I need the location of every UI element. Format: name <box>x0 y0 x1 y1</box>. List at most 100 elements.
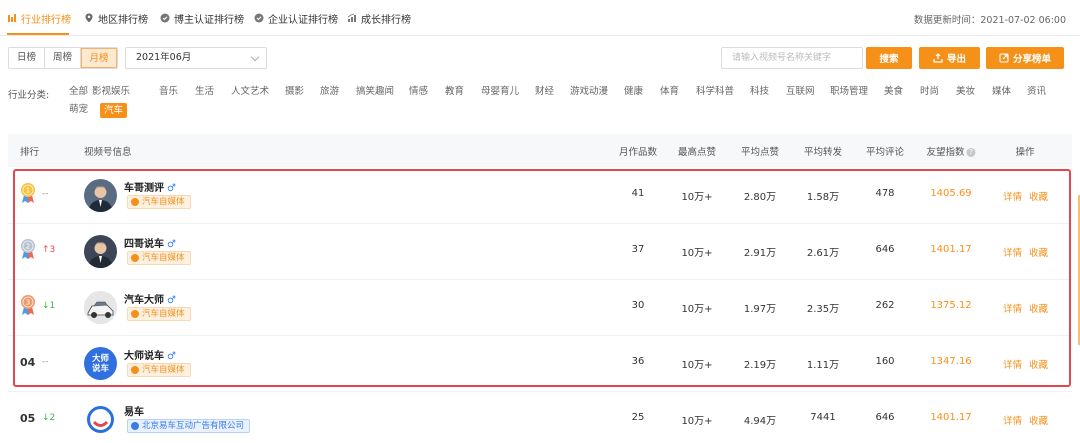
tab-blogger-certified-ranking[interactable]: 博主认证排行榜 <box>160 10 244 26</box>
category-item[interactable]: 影视娱乐 <box>92 85 130 99</box>
period-monthly-button[interactable]: 月榜 <box>81 48 117 68</box>
avg-likes-value: 2.91万 <box>743 248 777 259</box>
account-tag-label: 汽车自媒体 <box>142 197 185 207</box>
max-likes-value: 10万+ <box>681 192 713 203</box>
rank-trend: ↓2 <box>42 413 56 423</box>
verified-badge-icon <box>131 198 139 206</box>
category-item[interactable]: 媒体 <box>992 85 1011 99</box>
category-item[interactable]: 摄影 <box>285 85 304 99</box>
table-row: 05 ↓2 易车 北京易车互动广告有限公司 25 10万+ 4.94万 7441 646 1401… <box>8 392 1072 443</box>
category-item[interactable]: 美食 <box>884 85 903 99</box>
account-name[interactable]: 四哥说车 ♂ <box>124 235 176 250</box>
avatar[interactable]: 大师 说车 <box>84 347 117 380</box>
detail-link[interactable]: 详情 <box>1003 413 1022 427</box>
rank-trend: -- <box>42 189 49 199</box>
verified-badge-icon <box>254 13 264 23</box>
tab-enterprise-certified-ranking[interactable]: 企业认证排行榜 <box>254 10 338 26</box>
tab-region-ranking[interactable]: 地区排行榜 <box>84 10 148 26</box>
table-row: 3 ↓1 汽车大师 ♂ 汽车自媒体 30 10万+ 1.97万 2.35万 262 1375.12 详… <box>8 280 1072 336</box>
period-daily-button[interactable]: 日榜 <box>9 48 45 68</box>
tab-label: 成长排行榜 <box>361 14 411 26</box>
avatar[interactable] <box>84 179 117 212</box>
verified-badge-icon <box>131 422 139 430</box>
category-item[interactable]: 时尚 <box>920 85 939 99</box>
month-select[interactable]: 2021年06月 <box>125 47 267 69</box>
category-item[interactable]: 生活 <box>195 85 214 99</box>
tab-label: 地区排行榜 <box>98 14 148 26</box>
category-item[interactable]: 科技 <box>750 85 769 99</box>
rank-trend: -- <box>42 357 49 367</box>
rank-trend: ↓1 <box>42 301 56 311</box>
category-item[interactable]: 音乐 <box>159 85 178 99</box>
avg-comments-value: 646 <box>875 412 895 423</box>
male-gender-icon: ♂ <box>167 351 176 362</box>
category-item[interactable]: 搞笑趣闻 <box>356 85 394 99</box>
category-item[interactable]: 体育 <box>660 85 679 99</box>
detail-link[interactable]: 详情 <box>1003 357 1022 371</box>
favorite-link[interactable]: 收藏 <box>1029 413 1048 427</box>
tab-growth-ranking[interactable]: 成长排行榜 <box>347 10 411 26</box>
search-button[interactable]: 搜索 <box>866 47 912 69</box>
rank-medal-icon: 2 <box>21 239 35 259</box>
rank-trend: ↑3 <box>42 245 56 255</box>
male-gender-icon: ♂ <box>167 239 176 250</box>
favorite-link[interactable]: 收藏 <box>1029 301 1048 315</box>
account-name[interactable]: 大师说车 ♂ <box>124 347 176 362</box>
header-rank: 排行 <box>20 147 40 158</box>
category-item[interactable]: 美妆 <box>956 85 975 99</box>
category-item[interactable]: 财经 <box>535 85 554 99</box>
help-icon[interactable]: ? <box>966 148 976 157</box>
header-max-likes: 最高点赞 <box>677 147 717 158</box>
detail-link[interactable]: 详情 <box>1003 301 1022 315</box>
max-likes-value: 10万+ <box>681 416 713 427</box>
category-item[interactable]: 科学科普 <box>696 85 734 99</box>
favorite-link[interactable]: 收藏 <box>1029 357 1048 371</box>
category-item[interactable]: 职场管理 <box>830 85 868 99</box>
table-header: 排行 视频号信息 月作品数 最高点赞 平均点赞 平均转发 平均评论 友望指数? … <box>8 134 1072 167</box>
account-name[interactable]: 车哥测评 ♂ <box>124 179 176 194</box>
category-item[interactable]: 全部 <box>69 85 88 99</box>
category-item[interactable]: 旅游 <box>320 85 339 99</box>
avg-likes-value: 2.80万 <box>743 192 777 203</box>
share-ranking-button[interactable]: 分享榜单 <box>986 47 1064 69</box>
account-tag: 北京易车互动广告有限公司 <box>127 419 251 433</box>
location-pin-icon <box>85 13 93 23</box>
category-item[interactable]: 萌宠 <box>69 103 88 117</box>
monthly-works-value: 41 <box>631 188 645 199</box>
monthly-works-value: 25 <box>631 412 645 423</box>
search-input[interactable] <box>721 47 863 69</box>
avg-likes-value: 4.94万 <box>743 416 777 427</box>
monthly-works-value: 36 <box>631 356 645 367</box>
category-item[interactable]: 互联网 <box>786 85 815 99</box>
tab-label: 企业认证排行榜 <box>268 14 338 26</box>
favorite-link[interactable]: 收藏 <box>1029 189 1048 203</box>
medal-rank-number: 1 <box>26 187 30 195</box>
category-item[interactable]: 情感 <box>409 85 428 99</box>
category-item[interactable]: 人文艺术 <box>231 85 269 99</box>
category-item[interactable]: 资讯 <box>1027 85 1046 99</box>
period-weekly-button[interactable]: 周榜 <box>45 48 81 68</box>
favorite-link[interactable]: 收藏 <box>1029 245 1048 259</box>
avatar[interactable] <box>84 291 117 324</box>
header-avg-likes: 平均点赞 <box>740 147 780 158</box>
category-item[interactable]: 游戏动漫 <box>570 85 608 99</box>
account-tag: 汽车自媒体 <box>127 363 191 377</box>
medal-rank-number: 3 <box>26 299 30 307</box>
category-item[interactable]: 健康 <box>624 85 643 99</box>
avatar[interactable] <box>84 403 117 436</box>
detail-link[interactable]: 详情 <box>1003 245 1022 259</box>
category-item-selected[interactable]: 汽车 <box>100 103 128 118</box>
account-name[interactable]: 汽车大师 ♂ <box>124 291 176 306</box>
active-tab-indicator <box>7 33 69 35</box>
verified-badge-icon <box>131 254 139 262</box>
category-item[interactable]: 母婴育儿 <box>481 85 519 99</box>
avatar[interactable] <box>84 235 117 268</box>
detail-link[interactable]: 详情 <box>1003 189 1022 203</box>
category-item[interactable]: 教育 <box>445 85 464 99</box>
account-tag-label: 汽车自媒体 <box>142 365 185 375</box>
bar-chart-icon <box>8 14 16 22</box>
account-name[interactable]: 易车 <box>124 403 144 418</box>
rank-number: 05 <box>20 412 36 425</box>
tab-industry-ranking[interactable]: 行业排行榜 <box>7 10 71 26</box>
export-button[interactable]: 导出 <box>919 47 980 69</box>
